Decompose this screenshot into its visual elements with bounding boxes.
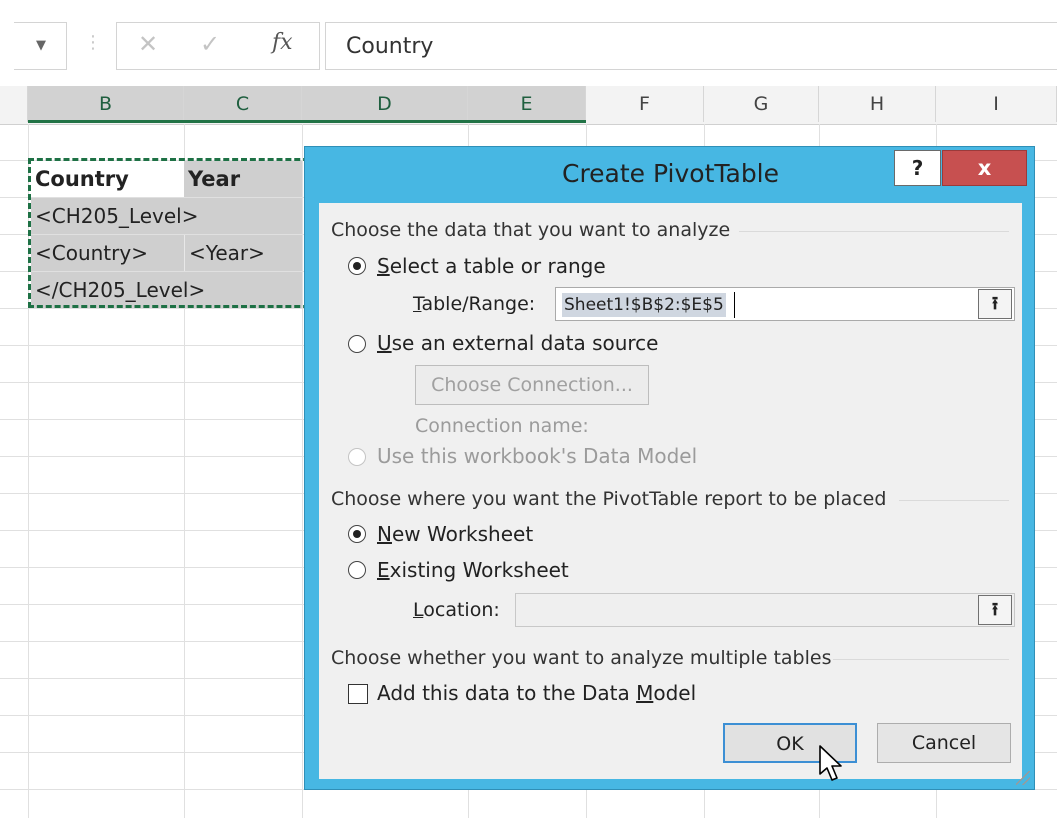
accel-key: E — [377, 558, 390, 582]
cell-b3[interactable]: Country — [31, 161, 184, 197]
radio-data-model[interactable] — [348, 448, 366, 466]
cell-b6[interactable]: </CH205_Level> — [31, 272, 302, 308]
column-header-b[interactable]: B — [28, 86, 184, 122]
label-data-model: Use this workbook's Data Model — [377, 444, 698, 468]
accel-key: L — [413, 599, 424, 621]
connection-name-label: Connection name: — [415, 415, 589, 437]
table-range-value: Sheet1!$B$2:$E$5 — [562, 293, 726, 317]
accel-key: M — [636, 681, 654, 705]
help-button[interactable]: ? — [894, 150, 941, 186]
radio-existing-worksheet[interactable] — [348, 561, 366, 579]
section-title-data: Choose the data that you want to analyze — [331, 219, 731, 241]
formula-bar: ▼ ⋮ ✕ ✓ fx Country — [0, 0, 1057, 74]
label-location: Location: — [413, 599, 500, 621]
collapse-dialog-icon[interactable]: ⭱ — [978, 595, 1012, 625]
label-text: ew Worksheet — [391, 522, 534, 546]
column-header-f[interactable]: F — [586, 86, 704, 122]
ok-button[interactable]: OK — [723, 723, 857, 763]
dialog-body: Choose the data that you want to analyze… — [319, 203, 1022, 779]
gridline — [28, 124, 29, 818]
text-caret — [734, 292, 735, 318]
gridline — [302, 124, 303, 818]
name-box-dropdown-icon[interactable]: ▼ — [36, 38, 46, 53]
confirm-entry-icon[interactable]: ✓ — [200, 30, 220, 58]
label-add-to-data-model[interactable]: Add this data to the Data Model — [377, 681, 696, 705]
collapse-dialog-icon[interactable]: ⭱ — [978, 289, 1012, 319]
label-text: xisting Worksheet — [389, 558, 569, 582]
column-header-g[interactable]: G — [704, 86, 819, 122]
formula-input[interactable] — [325, 22, 1057, 70]
label-text: Add this data to the Data — [377, 681, 637, 705]
label-text: odel — [653, 681, 697, 705]
label-existing-worksheet[interactable]: Existing Worksheet — [377, 558, 569, 582]
column-header-d[interactable]: D — [302, 86, 468, 122]
formula-text: Country — [346, 34, 434, 59]
label-text: elect a table or range — [389, 254, 606, 278]
column-header-e[interactable]: E — [468, 86, 586, 122]
select-all-corner[interactable] — [0, 86, 28, 122]
section-divider — [899, 500, 1009, 501]
create-pivottable-dialog: Create PivotTable ? x Choose the data th… — [304, 146, 1035, 790]
close-button[interactable]: x — [942, 150, 1027, 186]
accel-key: U — [377, 331, 392, 355]
checkbox-add-to-data-model[interactable] — [348, 684, 368, 704]
cancel-entry-icon[interactable]: ✕ — [138, 30, 158, 58]
column-selection-indicator — [28, 120, 586, 123]
accel-key: N — [377, 522, 392, 546]
column-header-c[interactable]: C — [184, 86, 302, 122]
section-divider — [833, 659, 1009, 660]
label-text: able/Range: — [421, 293, 536, 315]
formula-bar-grip-icon: ⋮ — [84, 32, 102, 53]
radio-new-worksheet[interactable] — [348, 525, 366, 543]
cell-b5[interactable]: <Country> — [31, 235, 184, 271]
label-text: ocation: — [423, 599, 500, 621]
cell-b4[interactable]: <CH205_Level> — [31, 198, 302, 234]
section-title-placement: Choose where you want the PivotTable rep… — [331, 488, 887, 510]
label-text: se an external data source — [391, 331, 659, 355]
column-header-h[interactable]: H — [819, 86, 936, 122]
radio-select-range[interactable] — [348, 257, 366, 275]
table-range-input[interactable]: Sheet1!$B$2:$E$5 ⭱ — [555, 287, 1015, 321]
location-input[interactable]: ⭱ — [515, 593, 1015, 627]
resize-grip-icon[interactable] — [1016, 771, 1030, 785]
section-divider — [739, 231, 1009, 232]
cancel-button[interactable]: Cancel — [877, 723, 1011, 763]
accel-key: S — [377, 254, 390, 278]
cell-c5[interactable]: <Year> — [184, 235, 302, 271]
label-new-worksheet[interactable]: New Worksheet — [377, 522, 533, 546]
column-header-i[interactable]: I — [936, 86, 1057, 122]
insert-function-icon[interactable]: fx — [272, 30, 293, 55]
section-title-multiple: Choose whether you want to analyze multi… — [331, 647, 832, 669]
label-external-source[interactable]: Use an external data source — [377, 331, 659, 355]
choose-connection-button[interactable]: Choose Connection... — [415, 365, 649, 405]
label-table-range: Table/Range: — [413, 293, 535, 315]
radio-external-source[interactable] — [348, 335, 366, 353]
cell-c3[interactable]: Year — [184, 161, 302, 197]
label-select-range[interactable]: Select a table or range — [377, 254, 606, 278]
